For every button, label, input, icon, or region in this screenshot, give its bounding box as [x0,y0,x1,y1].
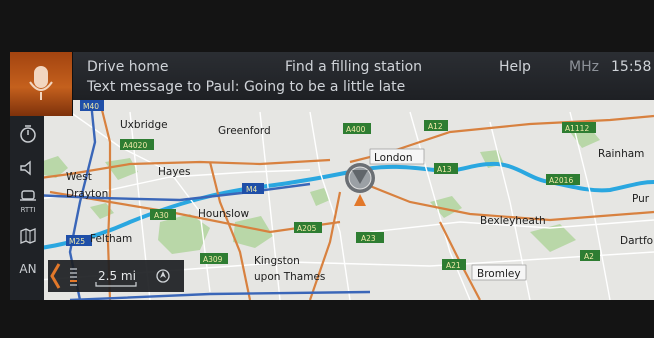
svg-text:Rainham: Rainham [598,148,644,160]
command-find-filling-station[interactable]: Find a filling station [285,59,422,75]
svg-text:London: London [374,152,413,164]
svg-text:M4: M4 [246,185,257,194]
svg-text:A12: A12 [428,122,443,131]
svg-text:A2: A2 [584,252,594,261]
zoom-level-bars [70,268,77,286]
svg-text:Kingston: Kingston [254,255,300,267]
svg-text:Greenford: Greenford [218,125,271,137]
svg-text:Bexleyheath: Bexleyheath [480,215,546,227]
svg-text:Feltham: Feltham [90,233,132,245]
svg-text:A30: A30 [154,211,169,220]
rtti-label: RTTI [20,206,36,214]
chevron-left-icon[interactable] [50,263,61,289]
svg-text:A205: A205 [297,224,317,233]
text-message-command[interactable]: Text message to Paul: Going to be a litt… [87,79,405,95]
navigation-screen: M40 A4020 A400 A12 A1112 M4 A13 A2016 A3… [10,52,654,300]
voice-control-button[interactable] [10,52,73,116]
microphone-icon [29,66,53,100]
svg-text:upon Thames: upon Thames [254,271,325,283]
svg-text:A309: A309 [203,255,223,264]
svg-text:Drayton: Drayton [66,188,108,200]
svg-text:A13: A13 [437,165,452,174]
svg-text:Hayes: Hayes [158,166,190,178]
compass-heading-icon[interactable] [156,269,170,283]
svg-text:Dartfo: Dartfo [620,235,653,247]
svg-text:A2016: A2016 [549,176,573,185]
timer-icon[interactable] [18,124,38,146]
svg-text:A21: A21 [446,261,461,270]
svg-text:Bromley: Bromley [477,268,521,280]
svg-text:A1112: A1112 [565,124,589,133]
scale-value: 2.5 mi [98,269,136,283]
svg-text:Pur: Pur [632,193,650,205]
orientation-label: AN [19,262,37,276]
command-drive-home[interactable]: Drive home [87,59,168,75]
map-scale-control[interactable]: 2.5 mi [48,260,184,292]
svg-text:M40: M40 [83,102,99,111]
clock: 15:58 [611,59,652,75]
svg-text:A23: A23 [361,234,376,243]
voice-command-bar: Drive home Find a filling station Help M… [10,52,654,100]
rtti-icon[interactable]: RTTI [18,188,38,218]
sidebar: RTTI AN [10,116,44,300]
radio-band: MHz [569,59,599,75]
svg-text:A4020: A4020 [123,141,147,150]
compass-icon[interactable]: AN [18,262,38,284]
command-help[interactable]: Help [499,59,531,75]
svg-text:West: West [66,171,92,183]
map-book-icon[interactable] [18,226,38,248]
svg-text:A400: A400 [346,125,366,134]
svg-text:M25: M25 [69,237,85,246]
svg-text:Uxbridge: Uxbridge [120,119,168,131]
svg-text:Hounslow: Hounslow [198,208,249,220]
speaker-icon[interactable] [18,158,38,180]
